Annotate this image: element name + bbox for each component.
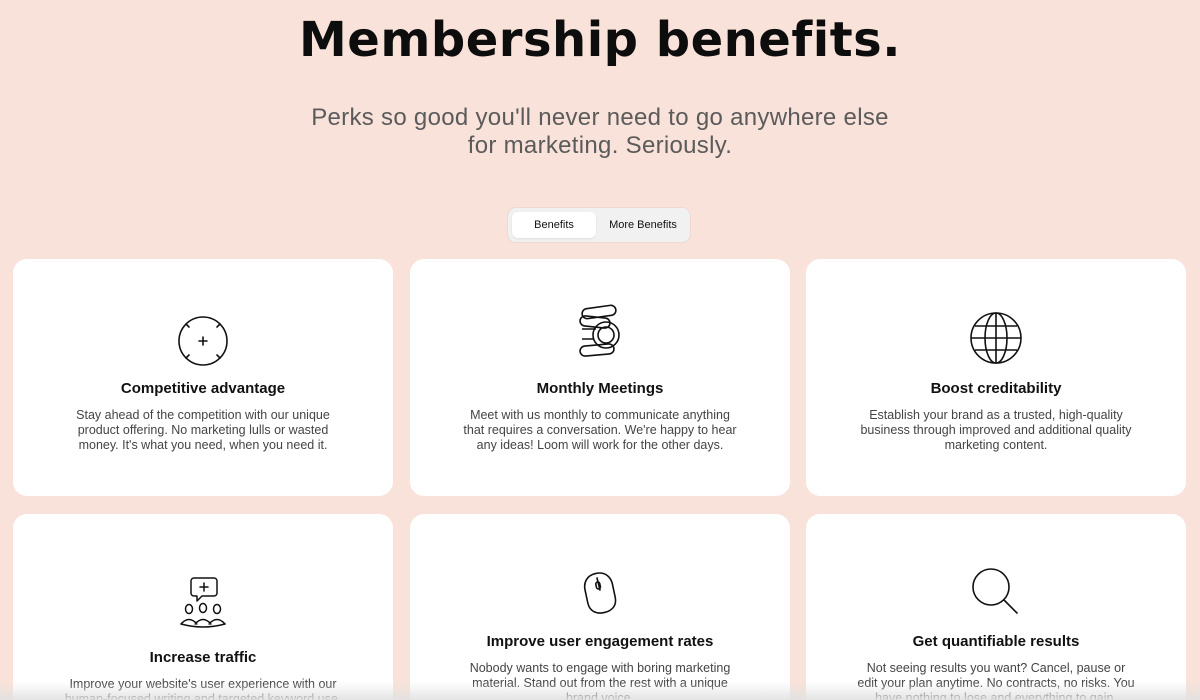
- card-description: Nobody wants to engage with boring marke…: [469, 661, 731, 700]
- mouse-icon: [410, 570, 790, 616]
- benefit-card-user-engagement: Improve user engagement rates Nobody wan…: [410, 514, 790, 700]
- benefit-card-monthly-meetings: Monthly Meetings Meet with us monthly to…: [410, 259, 790, 496]
- benefits-tab-switcher: Benefits More Benefits: [508, 208, 690, 242]
- page-subtitle: Perks so good you'll never need to go an…: [311, 104, 889, 159]
- tab-more-benefits[interactable]: More Benefits: [600, 212, 686, 238]
- benefit-card-increase-traffic: Increase traffic Improve your website's …: [13, 514, 393, 700]
- card-description: Not seeing results you want? Cancel, pau…: [857, 661, 1135, 700]
- card-title: Increase traffic: [149, 649, 257, 666]
- audience-chat-icon: [13, 574, 393, 632]
- card-description: Meet with us monthly to communicate anyt…: [463, 408, 737, 452]
- target-crosshair-icon: [13, 314, 393, 368]
- benefits-section: Membership benefits. Perks so good you'l…: [0, 0, 1200, 700]
- card-title: Improve user engagement rates: [486, 633, 714, 650]
- card-title: Competitive advantage: [120, 380, 286, 397]
- globe-icon: [806, 310, 1186, 366]
- card-description: Establish your brand as a trusted, high-…: [860, 408, 1132, 452]
- benefit-card-boost-creditability: Boost creditability Establish your brand…: [806, 259, 1186, 496]
- coins-stack-icon: [410, 303, 790, 361]
- card-description: Stay ahead of the competition with our u…: [76, 408, 330, 452]
- benefit-card-competitive-advantage: Competitive advantage Stay ahead of the …: [13, 259, 393, 496]
- benefit-card-quantifiable-results: Get quantifiable results Not seeing resu…: [806, 514, 1186, 700]
- tab-benefits[interactable]: Benefits: [512, 212, 596, 238]
- card-description: Improve your website's user experience w…: [64, 677, 342, 700]
- magnifier-icon: [806, 566, 1186, 618]
- card-title: Boost creditability: [930, 380, 1062, 397]
- card-title: Monthly Meetings: [536, 380, 664, 397]
- page-title: Membership benefits.: [299, 12, 901, 68]
- card-title: Get quantifiable results: [912, 633, 1080, 650]
